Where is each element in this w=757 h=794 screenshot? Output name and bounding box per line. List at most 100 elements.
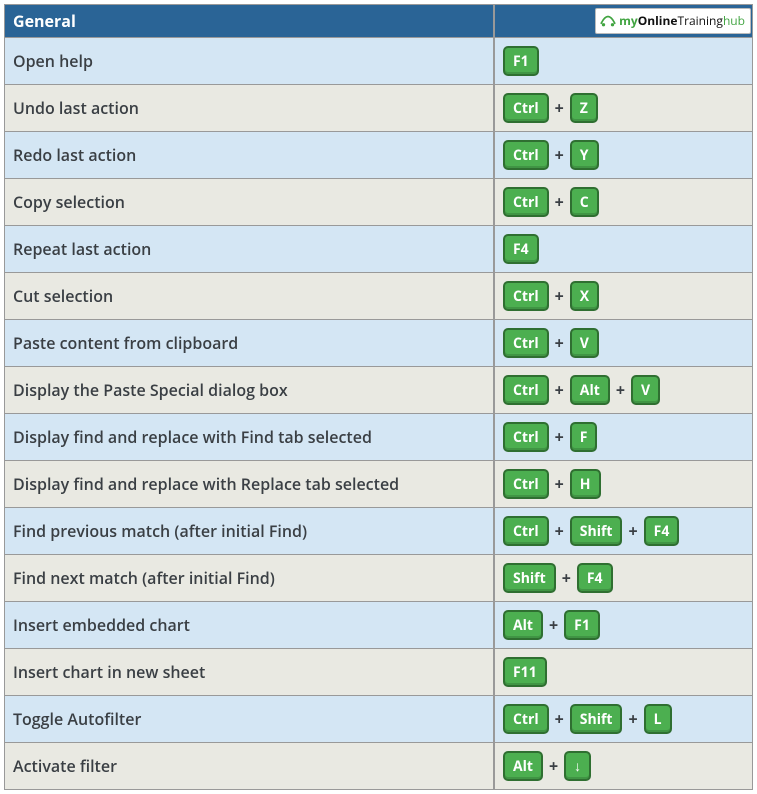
table-row: Display find and replace with Find tab s… [4, 414, 753, 461]
table-row: Display find and replace with Replace ta… [4, 461, 753, 508]
keycap: Ctrl [503, 704, 549, 734]
keycap: Ctrl [503, 516, 549, 546]
shortcut-description: Repeat last action [4, 226, 494, 273]
table-row: Insert chart in new sheet F11 [4, 649, 753, 696]
keycap: Alt [503, 610, 543, 640]
keycap: F11 [503, 657, 547, 687]
shortcut-description: Display find and replace with Find tab s… [4, 414, 494, 461]
table-row: Activate filterAlt+↓ [4, 743, 753, 790]
keycap: F1 [564, 610, 600, 640]
keycap: L [644, 704, 672, 734]
keycap: F1 [503, 46, 539, 76]
logo-icon [599, 12, 617, 30]
plus-separator: + [555, 285, 564, 307]
shortcut-description: Copy selection [4, 179, 494, 226]
shortcut-keys-cell: F11 [494, 649, 753, 696]
keycap: Ctrl [503, 328, 549, 358]
key-sequence: Ctrl+Y [503, 140, 744, 170]
table-row: Undo last action Ctrl+Z [4, 85, 753, 132]
key-sequence: Alt+↓ [503, 751, 744, 781]
shortcut-description: Insert chart in new sheet [4, 649, 494, 696]
table-row: Insert embedded chart Alt + F1 [4, 602, 753, 649]
keycap: Shift [503, 563, 556, 593]
shortcut-description: Paste content from clipboard [4, 320, 494, 367]
key-sequence: Ctrl+Z [503, 93, 744, 123]
keycap: ↓ [564, 751, 591, 781]
key-sequence: Ctrl + H [503, 469, 744, 499]
keycap: V [631, 375, 660, 405]
key-sequence: Alt + F1 [503, 610, 744, 640]
keycap: F4 [503, 234, 539, 264]
plus-separator: + [555, 520, 564, 542]
keycap: V [570, 328, 599, 358]
shortcut-keys-cell: Ctrl+C [494, 179, 753, 226]
table-row: Find next match (after initial Find) Shif… [4, 555, 753, 602]
keycap: Ctrl [503, 140, 549, 170]
shortcut-keys-cell: Ctrl+Z [494, 85, 753, 132]
key-sequence: Shift + F4 [503, 563, 744, 593]
shortcut-keys-cell: F1 [494, 38, 753, 85]
header-logo-cell: myOnlineTraininghub [494, 4, 753, 38]
keycap: Z [570, 93, 598, 123]
plus-separator: + [549, 614, 558, 636]
shortcut-keys-cell: Ctrl+Shift+F4 [494, 508, 753, 555]
shortcut-description: Insert embedded chart [4, 602, 494, 649]
table-row: Toggle AutofilterCtrl+Shift+L [4, 696, 753, 743]
table-row: Find previous match (after initial Find)… [4, 508, 753, 555]
keycap: F [570, 422, 598, 452]
key-sequence: F1 [503, 46, 744, 76]
table-row: Open help F1 [4, 38, 753, 85]
table-header-row: General myOnlineTraininghub [4, 4, 753, 38]
plus-separator: + [555, 191, 564, 213]
table-row: Display the Paste Special dialog box Ctrl… [4, 367, 753, 414]
keycap: Ctrl [503, 375, 549, 405]
shortcut-description: Display the Paste Special dialog box [4, 367, 494, 414]
key-sequence: Ctrl+X [503, 281, 744, 311]
table-row: Repeat last action F4 [4, 226, 753, 273]
header-title: General [4, 4, 494, 38]
shortcut-description: Undo last action [4, 85, 494, 132]
plus-separator: + [562, 567, 571, 589]
shortcut-description: Activate filter [4, 743, 494, 790]
shortcut-description: Find next match (after initial Find) [4, 555, 494, 602]
table-row: Redo last actionCtrl+Y [4, 132, 753, 179]
plus-separator: + [555, 332, 564, 354]
shortcut-description: Toggle Autofilter [4, 696, 494, 743]
table-row: Paste content from clipboard Ctrl + V [4, 320, 753, 367]
shortcut-description: Open help [4, 38, 494, 85]
shortcut-keys-cell: Alt+↓ [494, 743, 753, 790]
shortcut-keys-cell: Ctrl + V [494, 320, 753, 367]
shortcut-keys-cell: F4 [494, 226, 753, 273]
shortcut-description: Cut selection [4, 273, 494, 320]
plus-separator: + [628, 708, 637, 730]
keycap: F4 [644, 516, 680, 546]
table-row: Cut selectionCtrl+X [4, 273, 753, 320]
shortcut-keys-cell: Alt + F1 [494, 602, 753, 649]
shortcut-keys-cell: Ctrl+Y [494, 132, 753, 179]
keycap: Ctrl [503, 93, 549, 123]
plus-separator: + [555, 473, 564, 495]
plus-separator: + [555, 426, 564, 448]
keycap: Alt [570, 375, 610, 405]
key-sequence: Ctrl+Shift+L [503, 704, 744, 734]
keycap: F4 [577, 563, 613, 593]
key-sequence: Ctrl+Alt+V [503, 375, 744, 405]
keycap: Shift [570, 516, 623, 546]
shortcut-description: Find previous match (after initial Find) [4, 508, 494, 555]
logo-badge: myOnlineTraininghub [595, 8, 751, 34]
plus-separator: + [555, 144, 564, 166]
plus-separator: + [549, 755, 558, 777]
shortcut-keys-cell: Ctrl + F [494, 414, 753, 461]
keycap: C [570, 187, 599, 217]
keycap: H [570, 469, 601, 499]
keycap: Ctrl [503, 422, 549, 452]
plus-separator: + [628, 520, 637, 542]
keycap: Ctrl [503, 469, 549, 499]
keycap: X [570, 281, 599, 311]
shortcut-keys-cell: Ctrl + H [494, 461, 753, 508]
plus-separator: + [616, 379, 625, 401]
key-sequence: Ctrl + F [503, 422, 744, 452]
table-row: Copy selectionCtrl+C [4, 179, 753, 226]
logo-text: myOnlineTraininghub [619, 12, 745, 29]
keycap: Shift [570, 704, 623, 734]
